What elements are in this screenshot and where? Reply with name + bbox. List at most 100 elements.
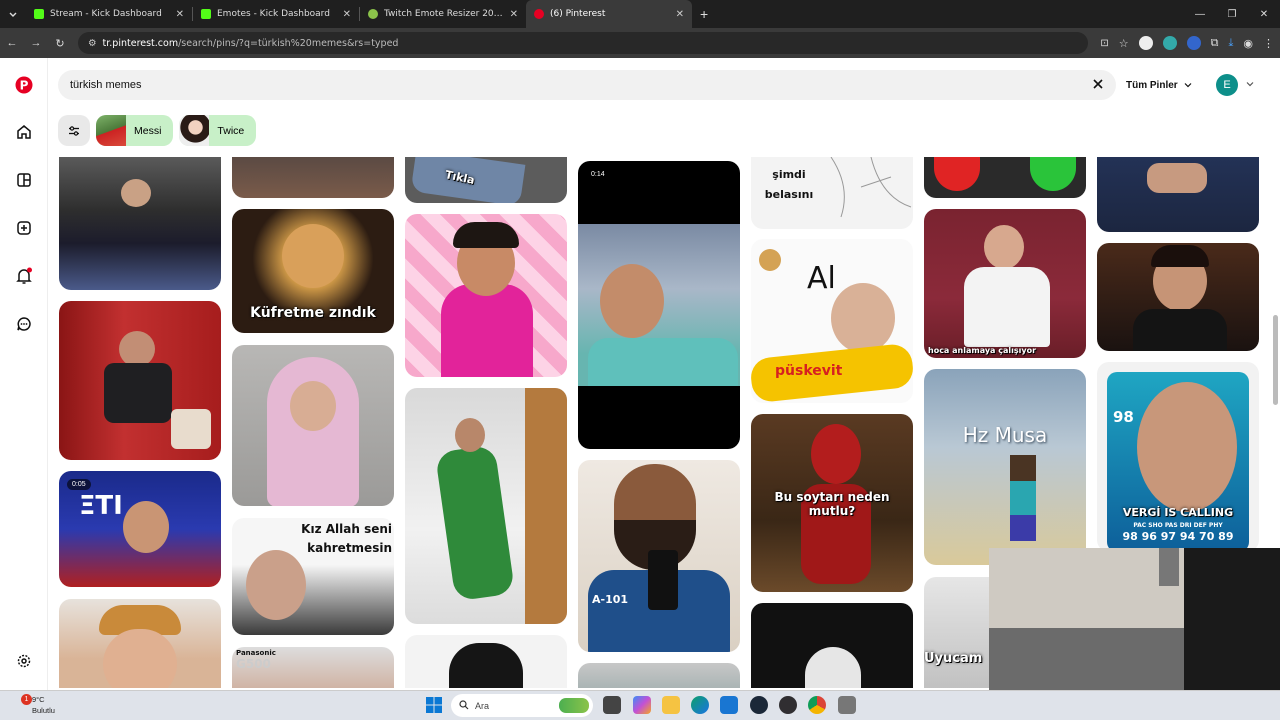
avatar[interactable]: E (1216, 74, 1238, 96)
pin-caption: 98 (1113, 408, 1134, 426)
pin-polat[interactable] (1097, 243, 1259, 351)
file-explorer-icon[interactable] (662, 696, 680, 714)
reload-icon[interactable]: ↻ (48, 28, 72, 58)
chip-messi[interactable]: Messi (96, 115, 174, 146)
video-duration-badge: 0:14 (586, 169, 610, 180)
minimize-icon[interactable]: — (1184, 0, 1216, 28)
home-icon[interactable] (14, 122, 34, 142)
account-chevron-icon[interactable] (1244, 78, 1256, 90)
install-app-icon[interactable]: ⊡ (1100, 38, 1108, 49)
menu-kebab-icon[interactable]: ⋮ (1263, 37, 1274, 50)
obs-icon[interactable] (779, 696, 797, 714)
extension-c-icon[interactable] (1186, 36, 1201, 50)
clear-search-icon[interactable] (1089, 75, 1107, 93)
bookmark-star-icon[interactable]: ☆ (1119, 37, 1129, 50)
filter-settings-button[interactable] (58, 115, 90, 146)
url-host: tr.pinterest.com (102, 37, 179, 49)
page-scrollbar[interactable] (1273, 315, 1278, 405)
download-icon[interactable]: ⤓ (1229, 37, 1234, 50)
site-info-icon[interactable]: ⚙ (88, 38, 97, 49)
store-icon[interactable] (720, 696, 738, 714)
browser-tab-strip: Stream - Kick Dashboard ✕ Emotes - Kick … (0, 0, 1280, 28)
video-duration-badge: 0:05 (67, 479, 91, 490)
pin-sleeping-bathroom[interactable] (405, 388, 567, 624)
chrome-icon[interactable] (808, 696, 826, 714)
messages-icon[interactable] (14, 314, 34, 334)
windows-start-icon[interactable] (426, 697, 442, 713)
kick-icon (34, 9, 44, 19)
pin-soytari[interactable]: Bu soytarı neden mutlu? (751, 414, 913, 592)
new-tab-button[interactable]: + (700, 6, 708, 22)
create-icon[interactable] (14, 218, 34, 238)
task-view-icon[interactable] (603, 696, 621, 714)
app-icon[interactable] (838, 696, 856, 714)
browser-toolbar: ← → ↻ ⚙ tr.pinterest.com/search/pins/?q=… (0, 28, 1280, 58)
window-controls: — ❐ ✕ (1184, 0, 1280, 28)
address-bar[interactable]: ⚙ tr.pinterest.com/search/pins/?q=türkis… (78, 32, 1088, 54)
pin-kufretme[interactable]: Küfretme zındık (232, 209, 394, 333)
taskbar-search-placeholder: Ara (475, 700, 490, 711)
explore-icon[interactable] (14, 170, 34, 190)
restore-icon[interactable]: ❐ (1216, 0, 1248, 28)
pin-hello-kitty-smoker[interactable] (405, 214, 567, 377)
notifications-icon[interactable] (14, 266, 34, 286)
taskbar-search[interactable]: Ara (451, 694, 593, 717)
chip-label: Messi (134, 124, 162, 137)
pin-caption: püskevit (775, 363, 843, 379)
pin-phone-call[interactable] (924, 157, 1086, 198)
edge-icon[interactable] (691, 696, 709, 714)
browser-tab-2[interactable]: Twitch Emote Resizer 2026 - Fre ✕ (360, 0, 526, 28)
pin-hz-musa[interactable]: Hz Musa (924, 369, 1086, 565)
chip-twice[interactable]: Twice (179, 115, 257, 146)
close-tab-icon[interactable]: ✕ (510, 9, 518, 20)
tab-title: Emotes - Kick Dashboard (217, 9, 330, 19)
tab-title: Stream - Kick Dashboard (50, 9, 162, 19)
close-tab-icon[interactable]: ✕ (676, 9, 684, 20)
copilot-icon[interactable] (633, 696, 651, 714)
back-icon[interactable]: ← (0, 28, 24, 58)
pin-young-man[interactable] (59, 599, 221, 688)
pin-sleeping-man[interactable] (59, 157, 221, 290)
tab-search-icon[interactable] (0, 0, 26, 28)
profile-icon[interactable]: ◉ (1243, 37, 1253, 50)
pin-tikla[interactable]: Tıkla (405, 157, 567, 203)
close-window-icon[interactable]: ✕ (1248, 0, 1280, 28)
pin-bald-man[interactable] (405, 635, 567, 688)
pin-pink-hoodie-grandpa[interactable] (232, 345, 394, 506)
pin-vergi-card[interactable]: 98 VERGİ IS CALLING PAC SHO PAS DRI DEF … (1097, 362, 1259, 552)
pin-top-2[interactable] (232, 157, 394, 198)
pin-caption: 98 96 97 94 70 89 (1122, 530, 1234, 543)
pinterest-logo-icon[interactable]: P (14, 75, 34, 95)
forward-icon[interactable]: → (24, 28, 48, 58)
pin-a101-selfie[interactable]: A-101 (578, 460, 740, 652)
pin-red-chair-man[interactable] (59, 301, 221, 460)
extensions-puzzle-icon[interactable]: ⧉ (1211, 37, 1219, 50)
all-pins-dropdown[interactable]: Tüm Pinler (1126, 70, 1206, 100)
close-tab-icon[interactable]: ✕ (343, 9, 351, 20)
extension-a-icon[interactable] (1138, 36, 1153, 50)
pin-panasonic[interactable]: Panasonic G500 (232, 647, 394, 688)
settings-gear-icon[interactable] (14, 651, 34, 671)
pin-al-puskevit[interactable]: Al püskevit (751, 239, 913, 403)
pin-tv-guest[interactable]: ΞΤΙ 0:05 (59, 471, 221, 587)
browser-tab-1[interactable]: Emotes - Kick Dashboard ✕ (193, 0, 359, 28)
steam-icon[interactable] (750, 696, 768, 714)
extension-b-icon[interactable] (1162, 36, 1177, 50)
close-tab-icon[interactable]: ✕ (176, 9, 184, 20)
tab-title: Twitch Emote Resizer 2026 - Fre (384, 9, 504, 19)
pin-simdi-belasini[interactable]: şimdi belasını (751, 157, 913, 229)
sliders-icon (69, 125, 79, 136)
pinterest-sidebar: P (0, 58, 48, 690)
pin-video-shop[interactable]: 0:14 (578, 161, 740, 449)
pin-kiz-allah[interactable]: Kız Allah seni kahretmesin (232, 518, 394, 635)
browser-tab-0[interactable]: Stream - Kick Dashboard ✕ (26, 0, 192, 28)
messi-thumbnail (96, 115, 126, 146)
url-path: /search/pins/?q=türkish%20memes&rs=typed (178, 37, 399, 49)
pin-eagle[interactable] (751, 603, 913, 688)
browser-tab-3[interactable]: (6) Pinterest ✕ (526, 0, 692, 28)
pin-suit-hands[interactable] (1097, 157, 1259, 232)
extensions-area: ⊡ ☆ ⧉ ⤓ ◉ ⋮ (1100, 28, 1274, 58)
pin-col4-bottom[interactable] (578, 663, 740, 688)
search-input[interactable]: türkish memes (58, 70, 1116, 100)
pin-hoca[interactable]: hoca anlamaya çalışıyor (924, 209, 1086, 358)
